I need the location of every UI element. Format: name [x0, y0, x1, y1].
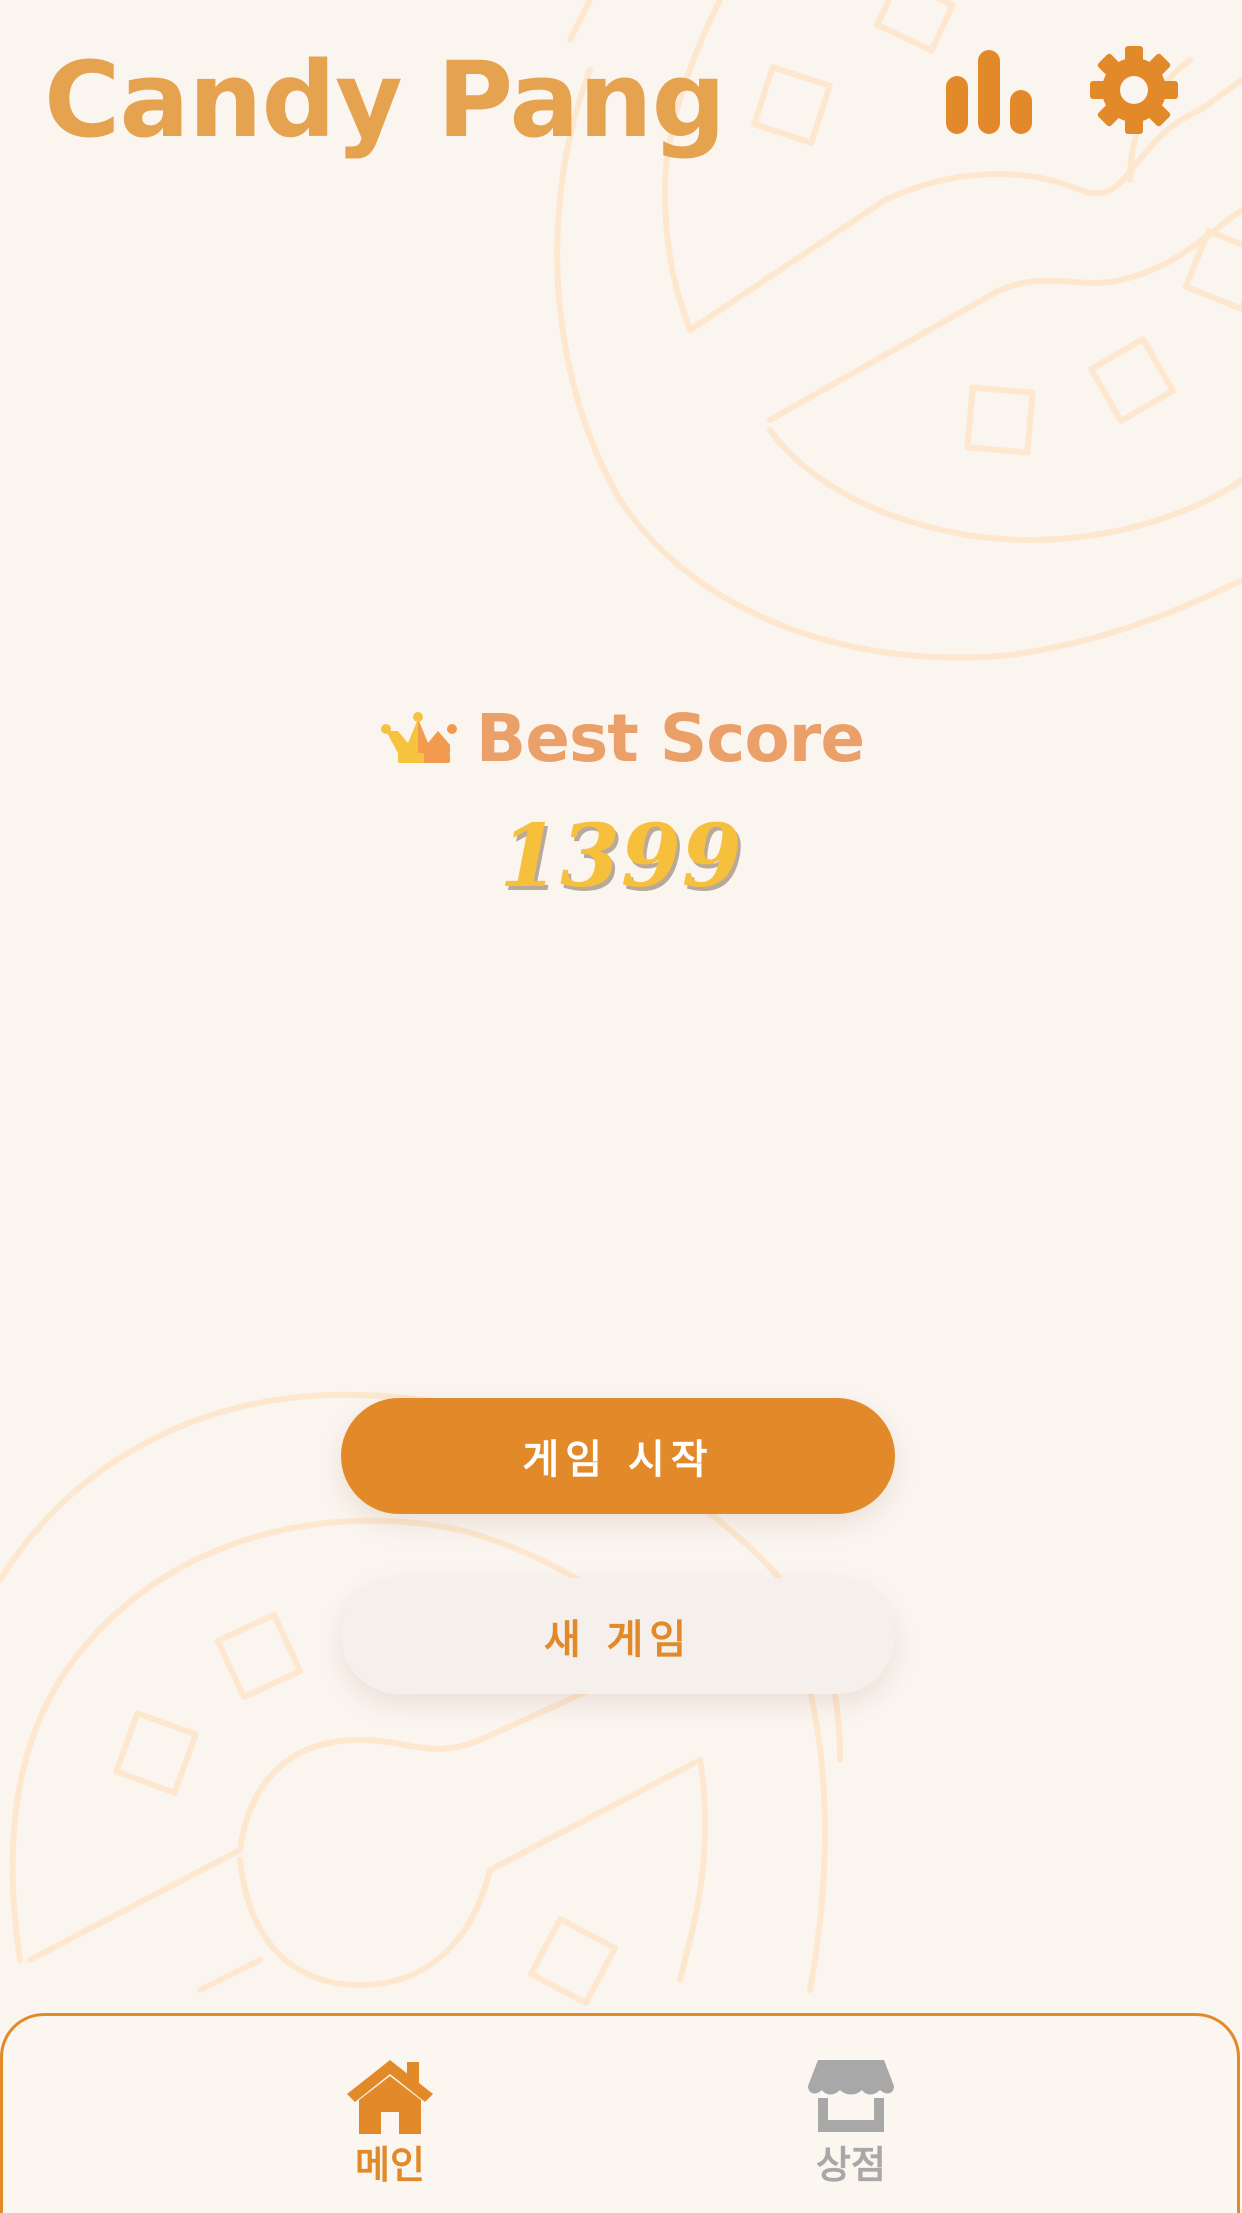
nav-label-shop: 상점 — [816, 2143, 886, 2187]
bar-chart-icon — [946, 50, 1032, 134]
settings-button[interactable] — [1084, 40, 1184, 140]
nav-item-main[interactable]: 메인 — [320, 2056, 460, 2189]
background-candy-art — [0, 0, 1242, 2006]
app-title: Candy Pang — [44, 39, 726, 161]
gear-icon — [1090, 46, 1178, 134]
bottom-nav: 메인 상점 — [0, 2013, 1240, 2213]
shop-icon — [808, 2060, 894, 2132]
start-game-button[interactable]: 게임 시작 — [341, 1398, 895, 1514]
crown-icon — [380, 711, 457, 763]
best-score-heading: Best Score — [0, 700, 1242, 777]
nav-label-main: 메인 — [355, 2143, 425, 2187]
home-icon — [347, 2060, 433, 2134]
stats-button[interactable] — [938, 40, 1038, 140]
best-score-value: 1399 — [499, 806, 743, 907]
new-game-button[interactable]: 새 게임 — [341, 1578, 895, 1694]
best-score-label: Best Score — [475, 700, 865, 777]
nav-item-shop[interactable]: 상점 — [781, 2056, 921, 2189]
